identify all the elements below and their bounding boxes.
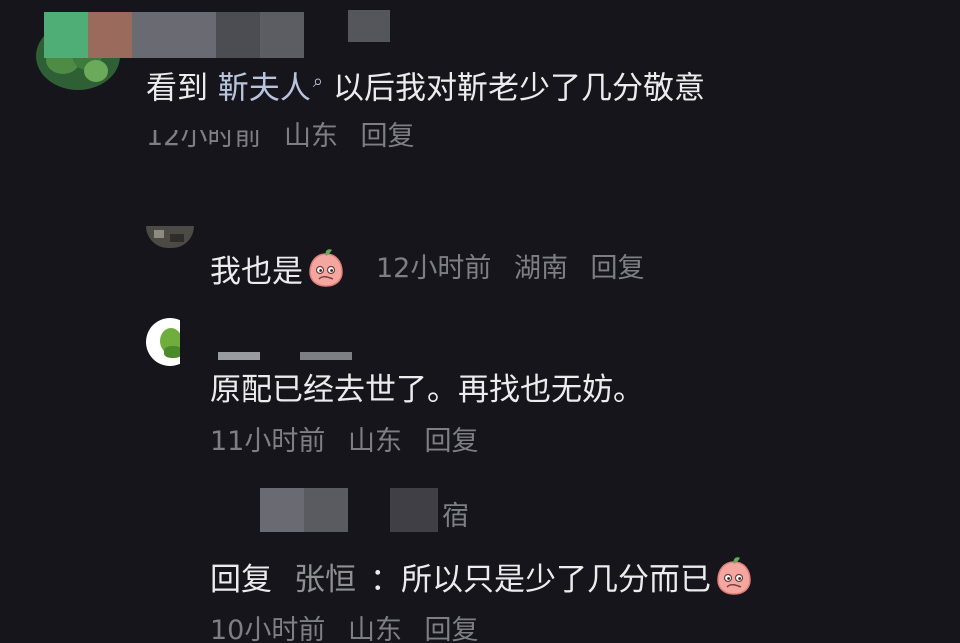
avatar[interactable] xyxy=(146,226,194,248)
reply-label: 回复 xyxy=(210,562,272,598)
comment-text: 原配已经去世了。再找也无妨。 xyxy=(210,372,644,408)
reply-button[interactable]: 回复 xyxy=(361,121,415,152)
reply-button[interactable]: 回复 xyxy=(591,253,645,284)
comment-location: 山东 xyxy=(347,426,402,457)
username-blur xyxy=(260,12,304,58)
username-blur xyxy=(390,488,438,532)
comment-location: 湖南 xyxy=(513,253,568,284)
mention-link[interactable]: 靳夫人 xyxy=(218,70,311,106)
avatar[interactable] xyxy=(146,318,194,366)
comment-time: 12小时前 xyxy=(376,253,492,284)
username-blur xyxy=(44,12,88,58)
comment-time: 11小时前 xyxy=(210,426,326,457)
comment-text-lead: 看到 xyxy=(146,70,208,107)
comment-thread: 看到 靳夫人 ⌕ 以后我对靳老少了几分敬意 12小时前 山东 回复 我也是 12小时… xyxy=(0,0,960,643)
reply-button[interactable]: 回复 xyxy=(425,426,479,457)
comment-meta: 12小时前 湖南 回复 xyxy=(376,252,659,286)
comment-text: 回复 张恒 ：所以只是少了几分而已 xyxy=(210,556,753,600)
username-fragment: 宿 xyxy=(442,501,469,532)
username-blur xyxy=(260,488,304,532)
comment-text: 我也是 xyxy=(210,248,345,292)
username-blur xyxy=(300,352,352,360)
reply-button[interactable]: 回复 xyxy=(425,615,479,643)
username-blur xyxy=(348,10,390,42)
reply-to-user[interactable]: 张恒 xyxy=(294,562,356,598)
comment-text-tail: 以后我对靳老少了几分敬意 xyxy=(332,70,705,107)
comment-time: 10小时前 xyxy=(210,615,326,643)
comment-meta: 11小时前 山东 回复 xyxy=(210,425,493,459)
username-blur xyxy=(88,12,132,58)
comment-meta: 10小时前 山东 回复 xyxy=(210,614,493,643)
comment-location: 山东 xyxy=(347,615,402,643)
username-blur xyxy=(132,12,216,58)
comment-text: 看到 靳夫人 ⌕ 以后我对靳老少了几分敬意 xyxy=(146,62,705,108)
peach-emoji xyxy=(309,249,343,287)
search-icon[interactable]: ⌕ xyxy=(313,71,323,92)
comment-text-content: 我也是 xyxy=(210,254,303,290)
username-blur xyxy=(304,488,348,532)
meta-cut-overlay xyxy=(140,104,280,130)
username-blur xyxy=(216,12,260,58)
peach-emoji xyxy=(717,557,751,595)
username-blur xyxy=(218,352,260,360)
comment-text-content: ：所以只是少了几分而已 xyxy=(370,562,711,598)
comment-location: 山东 xyxy=(283,121,338,152)
